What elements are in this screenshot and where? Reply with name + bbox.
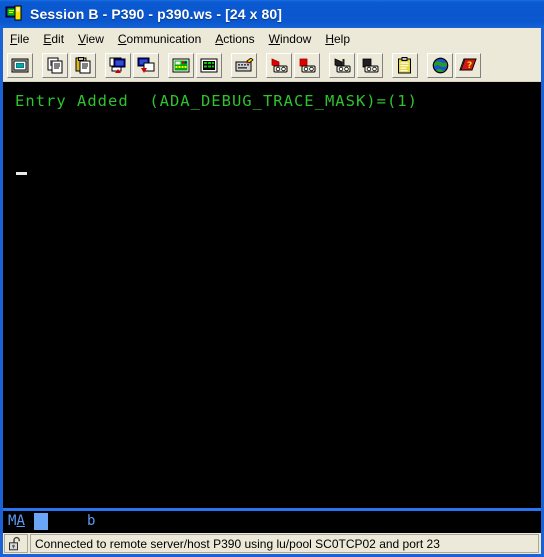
record-macro-icon[interactable] (266, 53, 292, 78)
help-book-icon[interactable]: ? (455, 53, 481, 78)
unlocked-padlock-icon (9, 536, 20, 551)
stop-macro-icon[interactable] (357, 53, 383, 78)
edit-keyboard-icon[interactable] (231, 53, 257, 78)
globe-icon[interactable] (427, 53, 453, 78)
menu-communication[interactable]: Communication (111, 30, 208, 48)
display-screen-icon[interactable] (7, 53, 33, 78)
title-bar[interactable]: Session B - P390 - p390.ws - [24 x 80] (0, 0, 544, 28)
keypad-icon[interactable] (168, 53, 194, 78)
connection-security-cell[interactable] (4, 534, 28, 553)
receive-file-icon[interactable] (133, 53, 159, 78)
menu-window[interactable]: Window (262, 30, 319, 48)
menu-bar: File Edit View Communication Actions Win… (3, 28, 541, 50)
menu-file[interactable]: File (3, 30, 36, 48)
status-message-cell: Connected to remote server/host P390 usi… (30, 534, 539, 553)
menu-view[interactable]: View (71, 30, 111, 48)
menu-edit[interactable]: Edit (36, 30, 71, 48)
session-window-icon (5, 5, 23, 23)
paste-icon[interactable] (70, 53, 96, 78)
window-title: Session B - P390 - p390.ws - [24 x 80] (30, 6, 283, 22)
oia-insert-indicator: b (87, 513, 96, 529)
terminal-cursor (16, 172, 27, 175)
clipboard-icon[interactable] (392, 53, 418, 78)
send-file-icon[interactable] (105, 53, 131, 78)
terminal-line: Entry Added (ADA_DEBUG_TRACE_MASK)=(1) (15, 92, 418, 110)
calculator-icon[interactable] (196, 53, 222, 78)
oia-system-indicator: MA (8, 513, 25, 529)
play-macro-icon[interactable] (329, 53, 355, 78)
menu-actions[interactable]: Actions (208, 30, 261, 48)
menu-help[interactable]: Help (318, 30, 357, 48)
terminal-screen[interactable]: Entry Added (ADA_DEBUG_TRACE_MASK)=(1) (3, 82, 541, 508)
status-message: Connected to remote server/host P390 usi… (35, 536, 440, 551)
oia-status-block (34, 513, 48, 530)
terminal-emulator-window: Session B - P390 - p390.ws - [24 x 80] F… (0, 0, 544, 557)
operator-information-area: MA b (3, 511, 541, 533)
copy-icon[interactable] (42, 53, 68, 78)
stop-record-icon[interactable] (294, 53, 320, 78)
svg-text:?: ? (467, 61, 472, 71)
status-bar: Connected to remote server/host P390 usi… (3, 533, 541, 554)
toolbar: ? (3, 50, 541, 82)
